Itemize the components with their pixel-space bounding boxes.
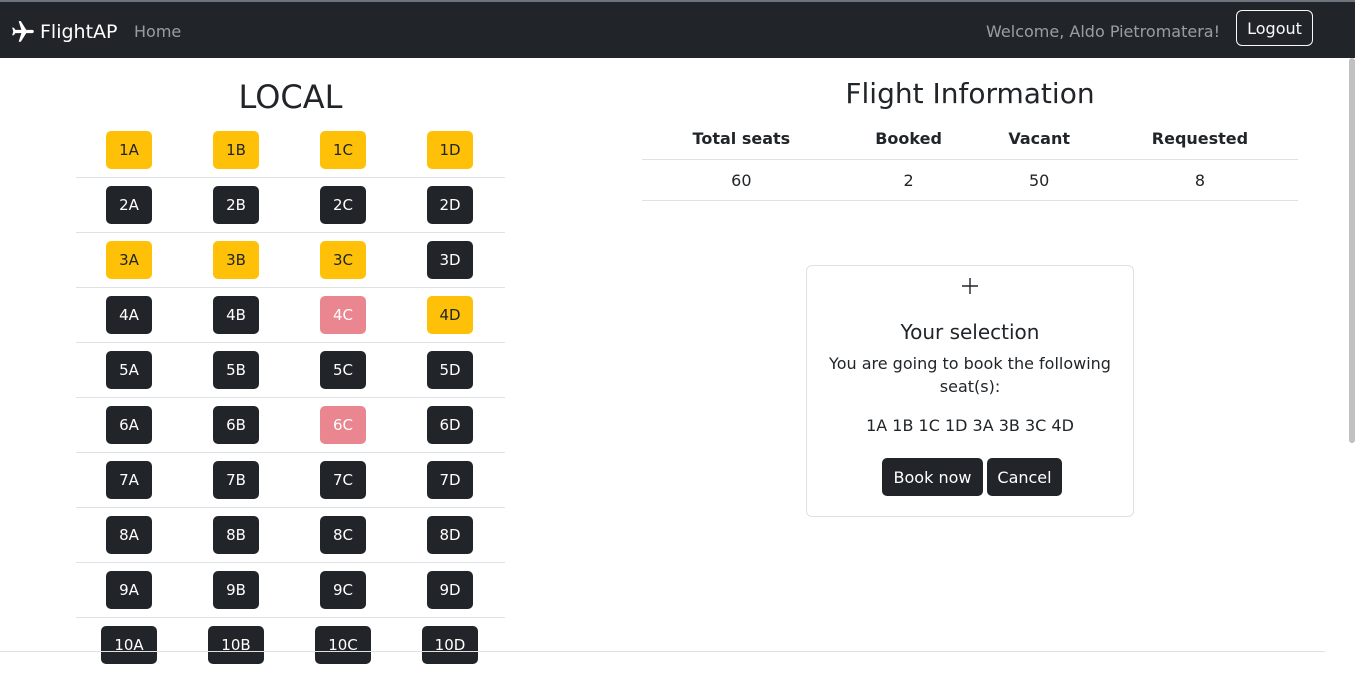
plus-icon [962,278,978,294]
seat-4d[interactable]: 4D [427,296,473,334]
header-total-seats: Total seats [642,118,841,160]
value-vacant: 50 [976,159,1102,201]
seat-8b[interactable]: 8B [213,516,259,554]
seat-row: 6A 6B 6C 6D [76,398,505,453]
nav-link-home[interactable]: Home [134,21,181,43]
seat-row: 9A 9B 9C 9D [76,563,505,618]
seat-10c[interactable]: 10C [315,626,371,664]
seat-7c[interactable]: 7C [320,461,366,499]
seat-8d[interactable]: 8D [427,516,473,554]
flight-info-table: Total seats Booked Vacant Requested 60 2… [642,118,1298,201]
book-now-button[interactable]: Book now [882,458,983,496]
seat-10a[interactable]: 10A [101,626,157,664]
seat-row: 10A 10B 10C 10D [76,618,505,673]
seat-2b[interactable]: 2B [213,186,259,224]
value-total-seats: 60 [642,159,841,201]
seat-7b[interactable]: 7B [213,461,259,499]
seat-6d[interactable]: 6D [427,406,473,444]
bottom-divider [0,651,1325,652]
seat-1a[interactable]: 1A [106,131,152,169]
seat-10b[interactable]: 10B [208,626,264,664]
seat-5b[interactable]: 5B [213,351,259,389]
selected-seats: 1A 1B 1C 1D 3A 3B 3C 4D [866,416,1074,435]
seat-2d[interactable]: 2D [427,186,473,224]
seat-2c[interactable]: 2C [320,186,366,224]
seat-6b[interactable]: 6B [213,406,259,444]
seat-4c[interactable]: 4C [320,296,366,334]
seat-9b[interactable]: 9B [213,571,259,609]
seat-5d[interactable]: 5D [427,351,473,389]
seat-2a[interactable]: 2A [106,186,152,224]
seat-row: 1A 1B 1C 1D [76,123,505,178]
seat-10d[interactable]: 10D [422,626,478,664]
welcome-message: Welcome, Aldo Pietromatera! [986,22,1220,41]
seat-row: 7A 7B 7C 7D [76,453,505,508]
seat-3b[interactable]: 3B [213,241,259,279]
seat-map-title: LOCAL [238,78,343,116]
seat-row: 2A 2B 2C 2D [76,178,505,233]
seat-3a[interactable]: 3A [106,241,152,279]
selection-title: Your selection [900,320,1040,344]
cancel-button[interactable]: Cancel [987,458,1062,496]
brand[interactable]: FlightAP [10,19,118,45]
header-requested: Requested [1101,118,1298,160]
header-vacant: Vacant [976,118,1102,160]
value-booked: 2 [840,159,977,201]
seat-5c[interactable]: 5C [320,351,366,389]
seat-row: 8A 8B 8C 8D [76,508,505,563]
logout-button[interactable]: Logout [1236,10,1313,46]
seat-1b[interactable]: 1B [213,131,259,169]
table-header-row: Total seats Booked Vacant Requested [642,118,1298,160]
navbar: FlightAP Home Welcome, Aldo Pietromatera… [0,2,1355,58]
seat-5a[interactable]: 5A [106,351,152,389]
seat-7d[interactable]: 7D [427,461,473,499]
airplane-icon [12,21,34,42]
seat-row: 3A 3B 3C 3D [76,233,505,288]
seat-3c[interactable]: 3C [320,241,366,279]
seat-7a[interactable]: 7A [106,461,152,499]
seat-1d[interactable]: 1D [427,131,473,169]
seat-map: 1A 1B 1C 1D 2A 2B 2C 2D 3A 3B 3C 3D 4A 4B 4C 4D 5A 5B 5C 5D… [76,123,505,673]
seat-row: 4A 4B 4C 4D [76,288,505,343]
page-scrollbar[interactable] [1349,58,1355,443]
seat-4a[interactable]: 4A [106,296,152,334]
seat-3d[interactable]: 3D [427,241,473,279]
seat-8a[interactable]: 8A [106,516,152,554]
flight-info-title: Flight Information [845,77,1095,110]
seat-row: 5A 5B 5C 5D [76,343,505,398]
selection-card: Your selection You are going to book the… [806,265,1134,517]
seat-8c[interactable]: 8C [320,516,366,554]
seat-9a[interactable]: 9A [106,571,152,609]
seat-6c[interactable]: 6C [320,406,366,444]
value-requested: 8 [1101,159,1298,201]
brand-name: FlightAP [40,21,118,43]
selection-description: You are going to book the following seat… [829,354,1111,396]
seat-9c[interactable]: 9C [320,571,366,609]
table-row: 60 2 50 8 [642,159,1298,201]
seat-9d[interactable]: 9D [427,571,473,609]
header-booked: Booked [840,118,977,160]
seat-4b[interactable]: 4B [213,296,259,334]
seat-6a[interactable]: 6A [106,406,152,444]
seat-1c[interactable]: 1C [320,131,366,169]
